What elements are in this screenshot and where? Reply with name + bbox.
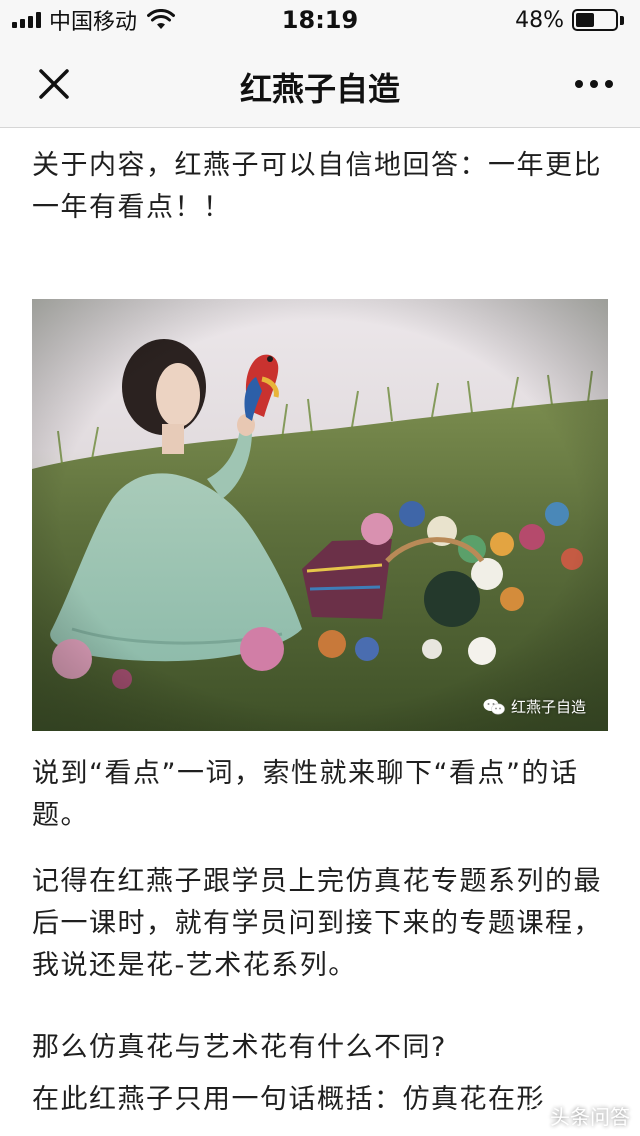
status-bar: 中国移动 18:19 48%: [0, 0, 640, 40]
battery-fill: [576, 13, 594, 27]
article-paragraph: 那么仿真花与艺术花有什么不同?: [32, 1032, 447, 1063]
site-badge-label: 头条问答: [550, 1105, 630, 1129]
article-photo: [32, 299, 608, 731]
article-intro: 关于内容，红燕子可以自信地回答：一年更比一年有看点！！: [32, 150, 602, 223]
article-content: 关于内容，红燕子可以自信地回答：一年更比一年有看点！！ 红燕子自造 说到“看点”…: [0, 129, 640, 1136]
battery-icon: [572, 9, 618, 31]
image-watermark: 红燕子自造: [483, 696, 586, 717]
article-paragraph: 记得在红燕子跟学员上完仿真花专题系列的最后一课时，就有学员问到接下来的专题课程，…: [32, 866, 602, 981]
wechat-icon: [483, 698, 505, 714]
more-icon[interactable]: [570, 70, 618, 98]
article-paragraph: 说到“看点”一词，索性就来聊下“看点”的话题。: [32, 758, 579, 831]
page-title: 红燕子自造: [239, 70, 400, 108]
battery-cap: [620, 15, 624, 25]
nav-bar: 红燕子自造: [0, 40, 640, 128]
battery-percent: 48%: [515, 7, 564, 33]
site-badge: 头条问答: [520, 1101, 630, 1130]
article-image: 红燕子自造: [32, 299, 608, 731]
watermark-label: 红燕子自造: [510, 698, 586, 716]
toutiao-icon: [521, 1103, 545, 1128]
